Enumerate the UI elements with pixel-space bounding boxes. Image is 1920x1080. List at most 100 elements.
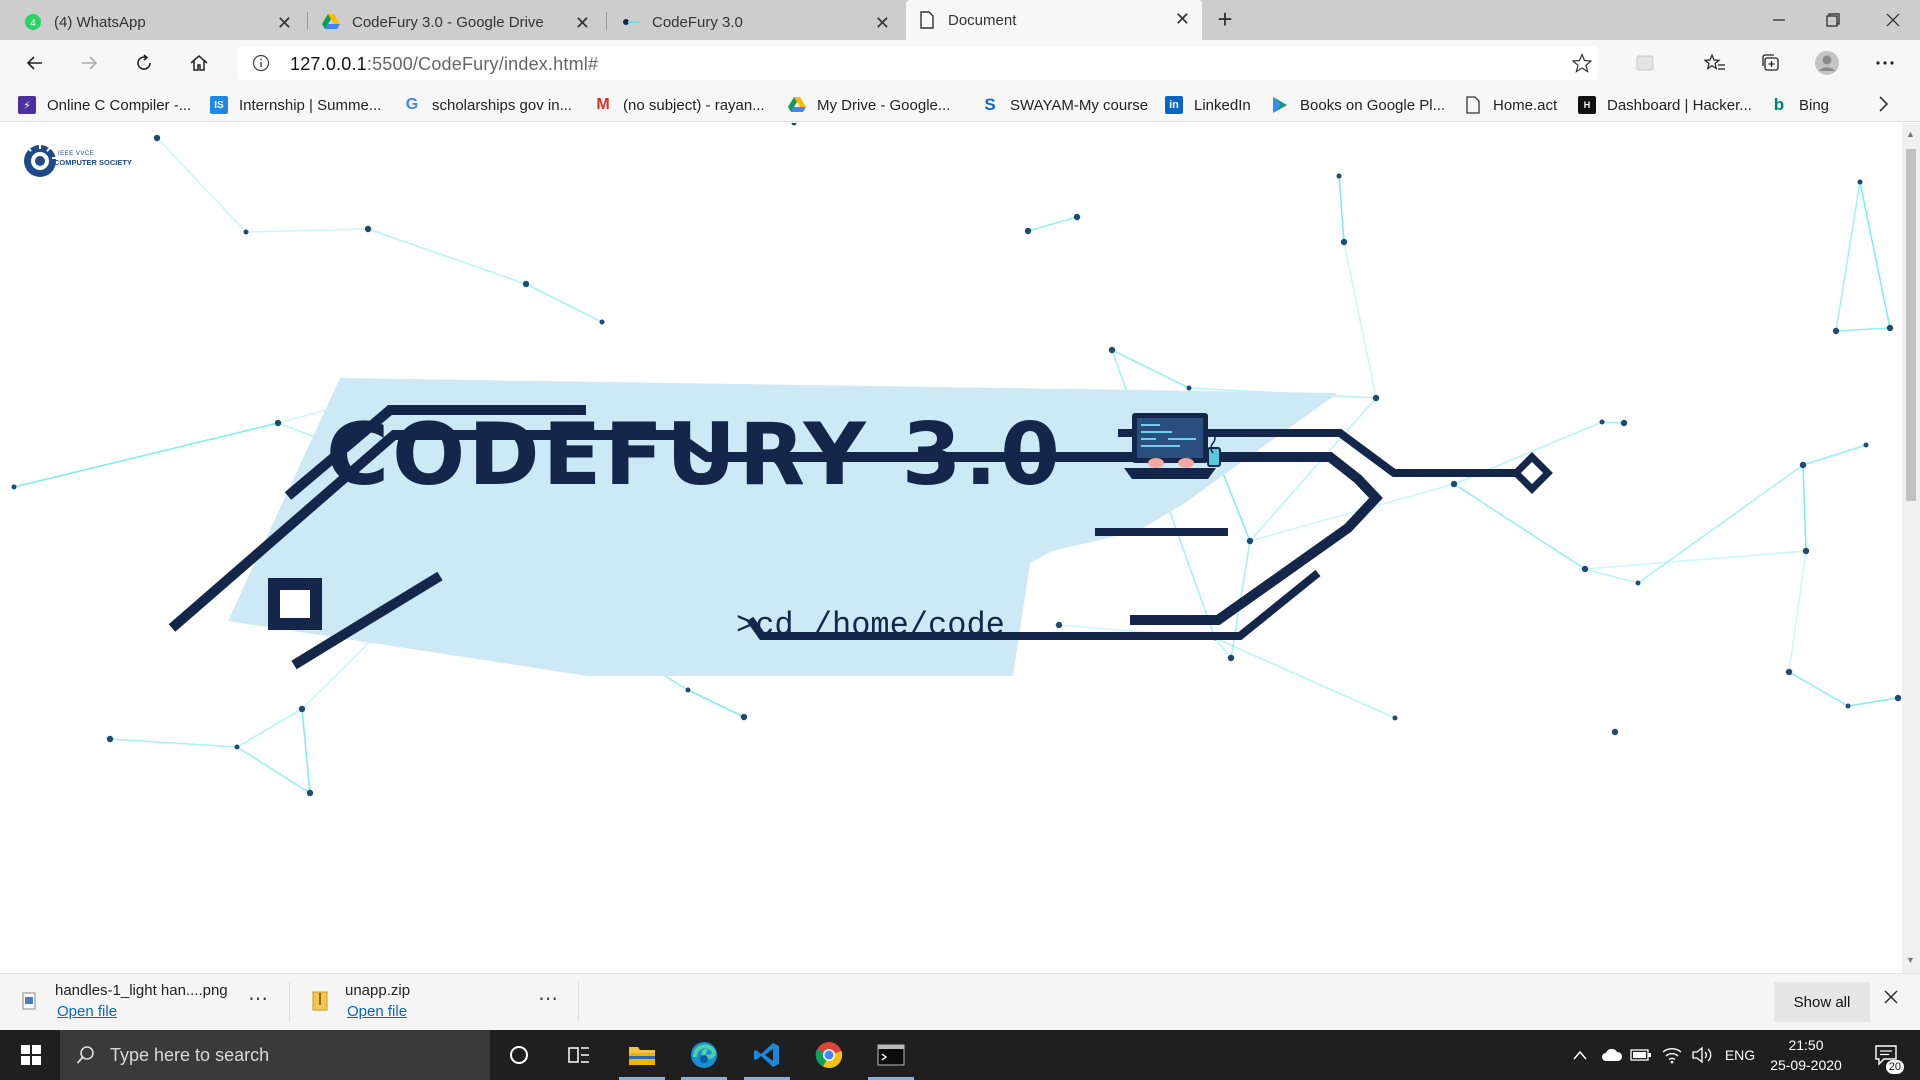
profile-button[interactable] [1812,48,1842,78]
bing-icon: b [1773,95,1785,114]
task-view-button[interactable] [550,1030,608,1080]
url-path: :5500/CodeFury/index.html# [366,54,599,74]
cortana-button[interactable] [490,1030,548,1080]
tab-google-drive[interactable]: CodeFury 3.0 - Google Drive ✕ [310,4,602,40]
close-tab-icon[interactable]: ✕ [277,13,292,34]
bookmark-bing[interactable]: b Bing [1770,94,1829,116]
onedrive-cloud-icon[interactable] [1600,1030,1624,1080]
bookmark-my-drive[interactable]: My Drive - Google... [788,94,950,116]
forward-button[interactable] [74,48,104,78]
restore-button[interactable] [1806,0,1860,40]
taskbar-search-box[interactable]: Type here to search [60,1030,490,1080]
battery-icon[interactable] [1629,1030,1653,1080]
info-icon[interactable] [252,54,270,77]
site-icon [622,13,640,31]
more-bookmarks-chevron-icon[interactable] [1876,94,1890,119]
file-explorer-button[interactable] [613,1030,671,1080]
favorites-bar: ⚡ Online C Compiler -... IS Internship |… [0,86,1920,122]
bookmark-linkedin[interactable]: in LinkedIn [1165,94,1251,116]
close-window-button[interactable] [1866,0,1920,40]
notification-count-badge: 20 [1885,1060,1904,1074]
laptop-coder-icon [1124,413,1221,479]
document-icon [918,11,936,29]
clock-time: 21:50 [1788,1037,1824,1053]
volume-speaker-icon[interactable] [1690,1030,1714,1080]
bookmark-gmail[interactable]: M (no subject) - rayan... [594,94,764,116]
tab-document[interactable]: Document ✕ [906,0,1202,40]
bookmark-label: SWAYAM-My course [1010,96,1149,114]
language-indicator[interactable]: ENG [1722,1030,1758,1080]
close-tab-icon[interactable]: ✕ [1175,9,1190,30]
settings-menu-button[interactable] [1870,48,1900,78]
action-center-button[interactable]: 20 [1866,1030,1906,1080]
bookmark-hackerrank[interactable]: H Dashboard | Hacker... [1578,94,1752,116]
tab-title: CodeFury 3.0 - Google Drive [352,13,544,31]
more-dots-icon [1876,61,1894,65]
whatsapp-icon: 4 [24,13,42,31]
bookmark-label: Bing [1799,96,1830,114]
edge-browser-button[interactable] [675,1030,733,1080]
tab-title: Document [948,11,1017,29]
download-more-options-icon[interactable]: ⋯ [538,986,559,1011]
favorites-button[interactable] [1700,48,1730,78]
bookmark-google-books[interactable]: Books on Google Pl... [1271,94,1445,116]
open-file-link[interactable]: Open file [347,1003,407,1020]
refresh-button[interactable] [129,48,159,78]
url-text: 127.0.0.1:5500/CodeFury/index.html# [290,54,598,75]
minimize-button[interactable] [1752,0,1806,40]
favorite-star-icon[interactable] [1571,52,1593,78]
bookmark-online-c-compiler[interactable]: ⚡ Online C Compiler -... [18,94,191,116]
back-button[interactable] [20,48,50,78]
show-hidden-icons-chevron-icon[interactable] [1568,1030,1592,1080]
page-scrollbar[interactable]: ▲ ▼ [1902,123,1920,973]
home-button[interactable] [184,48,214,78]
hero-subtitle: >cd /home/code [736,607,1005,644]
extension-icon[interactable] [1630,48,1660,78]
open-file-link[interactable]: Open file [57,1003,117,1020]
tab-whatsapp[interactable]: 4 (4) WhatsApp ✕ [12,4,304,40]
image-file-icon [22,992,36,1015]
scroll-down-arrow-icon[interactable]: ▼ [1906,955,1915,965]
bookmark-internship[interactable]: IS Internship | Summe... [210,94,381,116]
close-tab-icon[interactable]: ✕ [575,13,590,34]
bolt-icon: ⚡ [18,96,36,114]
chrome-button[interactable] [800,1030,858,1080]
address-bar[interactable]: 127.0.0.1:5500/CodeFury/index.html# [238,46,1598,80]
gmail-icon: M [596,96,610,113]
google-drive-icon [788,96,806,114]
download-more-options-icon[interactable]: ⋯ [248,986,269,1011]
new-tab-button[interactable]: + [1212,6,1238,32]
terminal-icon [877,1044,905,1066]
bookmark-scholarships[interactable]: G scholarships gov in... [403,94,572,116]
tab-divider [307,12,308,30]
refresh-icon [137,54,151,70]
search-icon [76,1046,94,1064]
edge-icon [691,1042,717,1068]
swayam-icon: S [984,95,996,114]
clock[interactable]: 21:50 25-09-2020 [1768,1030,1844,1080]
downloads-bar: handles-1_light han....png Open file ⋯ u… [0,973,1920,1030]
vscode-button[interactable] [738,1030,796,1080]
tab-title: CodeFury 3.0 [652,13,743,31]
close-downloads-bar-icon[interactable] [1884,990,1898,1009]
close-tab-icon[interactable]: ✕ [875,13,890,34]
circuit-diamond-node [1511,452,1553,494]
tab-codefury[interactable]: CodeFury 3.0 ✕ [610,4,902,40]
terminal-button[interactable] [862,1030,920,1080]
bookmark-home-act[interactable]: Home.act [1464,94,1557,116]
bookmark-swayam[interactable]: S SWAYAM-My course [981,94,1148,116]
clock-date: 25-09-2020 [1770,1057,1842,1073]
back-arrow-icon [26,56,42,70]
scrollbar-thumb[interactable] [1906,149,1916,501]
bookmark-label: Internship | Summe... [239,96,382,114]
start-button[interactable] [2,1030,60,1080]
wifi-icon[interactable] [1660,1030,1684,1080]
page-content: IEEE VVCE COMPUTER SOCIETY CODEFURY 3.0 … [0,123,1902,973]
internshala-icon: IS [210,96,228,114]
bookmark-label: Books on Google Pl... [1300,96,1446,114]
document-icon [1464,96,1482,114]
hackerrank-icon: H [1578,96,1596,114]
scroll-up-arrow-icon[interactable]: ▲ [1906,129,1915,139]
collections-button[interactable] [1756,48,1786,78]
show-all-downloads-button[interactable]: Show all [1774,982,1870,1022]
